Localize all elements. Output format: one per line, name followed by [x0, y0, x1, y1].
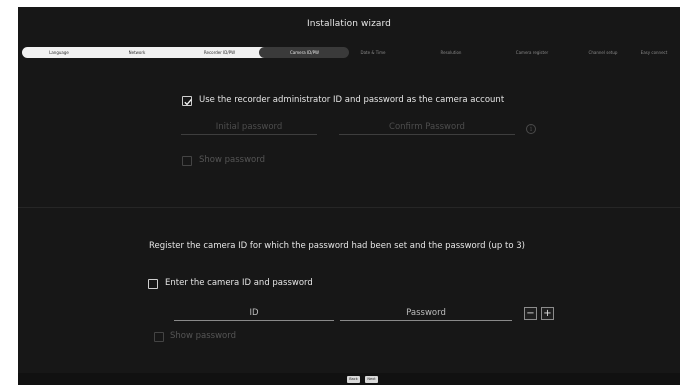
- step-date-time[interactable]: Date & Time: [348, 47, 398, 58]
- initial-password-input[interactable]: Initial password: [181, 121, 317, 135]
- add-row-button[interactable]: +: [541, 307, 554, 320]
- step-resolution[interactable]: Resolution: [426, 47, 476, 58]
- use-admin-account-checkbox[interactable]: [182, 96, 192, 106]
- window-title: Installation wizard: [307, 19, 391, 29]
- step-easy-connect[interactable]: Easy connect: [632, 47, 676, 58]
- show-password-checkbox-1[interactable]: [182, 156, 192, 166]
- installation-wizard-window: Installation wizard Language Network Rec…: [18, 7, 680, 385]
- step-channel-setup[interactable]: Channel setup: [578, 47, 628, 58]
- enter-camera-id-label: Enter the camera ID and password: [165, 278, 313, 288]
- step-recorder-id-pw[interactable]: Recorder ID/PW: [182, 47, 257, 58]
- camera-id-input[interactable]: ID: [174, 307, 334, 321]
- step-camera-register[interactable]: Camera register: [502, 47, 562, 58]
- wizard-steps-bar: Language Network Recorder ID/PW Camera I…: [22, 47, 676, 58]
- show-password-label-1: Show password: [199, 155, 265, 165]
- step-network[interactable]: Network: [102, 47, 172, 58]
- section-divider: [18, 207, 680, 208]
- info-icon[interactable]: i: [526, 124, 536, 134]
- checkmark-icon: [184, 98, 192, 106]
- use-admin-account-label: Use the recorder administrator ID and pa…: [199, 95, 505, 105]
- show-password-checkbox-2[interactable]: [154, 332, 164, 342]
- confirm-password-input[interactable]: Confirm Password: [339, 121, 515, 135]
- step-camera-id-pw[interactable]: Camera ID/PW: [262, 47, 347, 58]
- back-button[interactable]: Back: [347, 376, 360, 383]
- remove-row-button[interactable]: −: [524, 307, 537, 320]
- step-language[interactable]: Language: [24, 47, 94, 58]
- next-button[interactable]: Next: [365, 376, 378, 383]
- register-camera-heading: Register the camera ID for which the pas…: [149, 241, 525, 251]
- show-password-label-2: Show password: [170, 331, 236, 341]
- enter-camera-id-checkbox[interactable]: [148, 279, 158, 289]
- camera-password-input[interactable]: Password: [340, 307, 512, 321]
